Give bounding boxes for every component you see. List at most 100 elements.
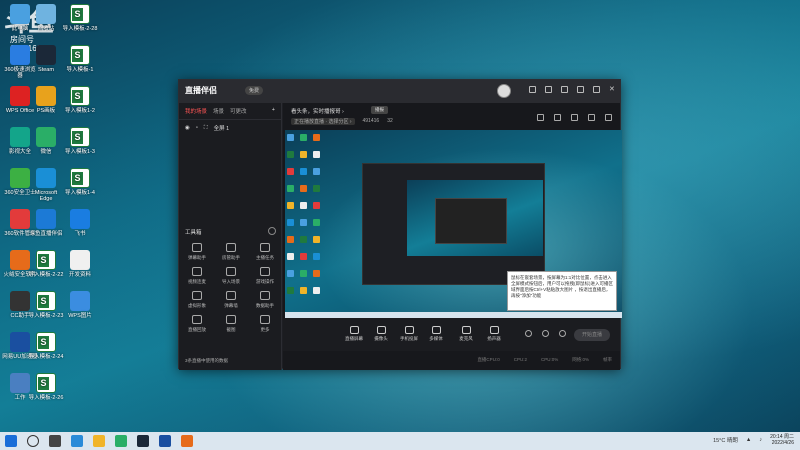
toolbox-item[interactable]: 主播任务 bbox=[251, 243, 279, 261]
maximize-icon[interactable] bbox=[593, 86, 600, 93]
minimize-icon[interactable] bbox=[577, 86, 584, 93]
tab-editable[interactable]: 可更改 bbox=[230, 107, 247, 115]
notice-button[interactable]: 播报 bbox=[371, 106, 388, 114]
bell-icon[interactable] bbox=[588, 114, 595, 121]
toolbox-item[interactable]: 虚拟形象 bbox=[183, 291, 211, 309]
source-button-label: 多媒体 bbox=[429, 336, 443, 341]
desktop-icon[interactable]: 导入模板1-3 bbox=[62, 127, 98, 155]
menu-icon[interactable] bbox=[561, 86, 568, 93]
live-preview-canvas[interactable]: 鼠标在嵌套场景，按屏幕为1:1对比位置，点击进入全屏模式按钮后，用户可以拖拽(即… bbox=[285, 130, 622, 318]
share-icon[interactable] bbox=[605, 114, 612, 121]
preview-desktop-icon bbox=[313, 134, 320, 141]
title-bar[interactable]: 直播伴侣 免费 ✕ bbox=[179, 80, 620, 103]
volume-icon[interactable]: ♪ bbox=[759, 437, 762, 443]
desktop-icon[interactable]: 导入模板-2-24 bbox=[28, 332, 64, 360]
desktop-icon[interactable]: Steam bbox=[28, 45, 64, 73]
uu-taskbar-icon[interactable] bbox=[159, 435, 171, 447]
eye-icon[interactable]: ◉ bbox=[185, 125, 190, 131]
wechat-icon bbox=[36, 127, 56, 147]
record-icon[interactable] bbox=[554, 114, 561, 121]
toolbox-item[interactable]: 弹幕助手 bbox=[183, 243, 211, 261]
douyu-live-companion-window: 直播伴侣 免费 ✕ 我的场景 场景 可更改 + ◉ ▫ ⛶ 全屏 1 工具箱 弹… bbox=[178, 79, 622, 370]
start-live-button[interactable]: 开始直播 bbox=[574, 329, 610, 341]
toolbox-item[interactable]: 弹幕墙 bbox=[217, 291, 245, 309]
gift-icon[interactable] bbox=[537, 114, 544, 121]
source-button-label: 摄像头 bbox=[374, 336, 388, 341]
desktop-icon[interactable]: 开发资料 bbox=[62, 250, 98, 278]
weather-text[interactable]: 15°C 晴朗 bbox=[713, 436, 738, 444]
preview-desktop-icon bbox=[287, 219, 294, 226]
desktop-icon[interactable]: 微信 bbox=[28, 127, 64, 155]
desktop-icon[interactable]: 导入模板-2-28 bbox=[62, 4, 98, 32]
toolbox-item[interactable]: 直播回放 bbox=[183, 315, 211, 333]
douyu-taskbar-icon[interactable] bbox=[181, 435, 193, 447]
desktop-icon[interactable]: PS画板 bbox=[28, 86, 64, 114]
nested-desktop-preview bbox=[407, 180, 543, 256]
source-button[interactable]: 麦克风 bbox=[453, 326, 479, 342]
lock-icon[interactable]: ▫ bbox=[196, 125, 198, 131]
edge-taskbar-icon[interactable] bbox=[71, 435, 83, 447]
start-icon[interactable] bbox=[5, 435, 17, 447]
left-footer-text[interactable]: 3条直播中使用的数据 bbox=[185, 358, 228, 364]
desktop-icon[interactable]: WPS图片 bbox=[62, 291, 98, 319]
excel-icon bbox=[36, 291, 56, 311]
scene-item[interactable]: ◉ ▫ ⛶ 全屏 1 bbox=[179, 120, 281, 136]
status-item: 直播CPU:0 bbox=[477, 357, 500, 362]
toolbox-item[interactable]: 数据助手 bbox=[251, 291, 279, 309]
toolbox-item[interactable]: 房管助手 bbox=[217, 243, 245, 261]
scene-panel: 我的场景 场景 可更改 + ◉ ▫ ⛶ 全屏 1 工具箱 弹幕助手 房管助手 主播任… bbox=[179, 103, 282, 370]
desktop-icon-label: PS画板 bbox=[36, 108, 56, 114]
toolbox-item[interactable]: 截图 bbox=[217, 315, 245, 333]
category-badge[interactable]: 正在播放直播 · 选择分区 › bbox=[291, 118, 355, 125]
search-icon[interactable] bbox=[27, 435, 39, 447]
toolbox-item[interactable]: 游戏操作 bbox=[251, 267, 279, 285]
message-icon[interactable] bbox=[529, 86, 536, 93]
source-button[interactable]: 直播屏幕 bbox=[341, 326, 367, 342]
version-badge[interactable]: 免费 bbox=[245, 86, 264, 95]
desktop-icon[interactable]: 回收站 bbox=[28, 4, 64, 32]
desktop-icon[interactable]: 导入模板-2-22 bbox=[28, 250, 64, 278]
close-icon[interactable]: ✕ bbox=[609, 86, 616, 93]
notice-text[interactable]: 看头条，实时播报哥 › bbox=[291, 107, 344, 115]
task-view-icon[interactable] bbox=[49, 435, 61, 447]
desktop-icon[interactable]: 导入模板-1 bbox=[62, 45, 98, 73]
clock[interactable]: 20:14 周二 2022/4/26 bbox=[770, 434, 794, 446]
desktop-icon[interactable]: 斗鱼直播伴侣 bbox=[28, 209, 64, 237]
camera-settings-icon[interactable] bbox=[525, 330, 532, 337]
desktop-icon[interactable]: Microsoft Edge bbox=[28, 168, 64, 203]
preview-desktop-icon bbox=[313, 287, 320, 294]
network-icon[interactable]: ▲ bbox=[746, 437, 751, 443]
explorer-icon[interactable] bbox=[93, 435, 105, 447]
wechat-taskbar-icon[interactable] bbox=[115, 435, 127, 447]
add-scene-icon[interactable]: + bbox=[272, 107, 275, 115]
steam-taskbar-icon[interactable] bbox=[137, 435, 149, 447]
toolbox-settings-icon[interactable] bbox=[268, 227, 276, 235]
source-button[interactable]: 手机投屏 bbox=[396, 326, 422, 342]
toolbox-item[interactable]: 导入场景 bbox=[217, 267, 245, 285]
user-avatar[interactable] bbox=[497, 84, 511, 98]
desktop-icon[interactable]: 导入模板1-2 bbox=[62, 86, 98, 114]
toolbox-item[interactable]: 视频连麦 bbox=[183, 267, 211, 285]
source-button[interactable]: 扬声器 bbox=[481, 326, 507, 342]
layout-icon[interactable] bbox=[571, 114, 578, 121]
uu-icon bbox=[10, 332, 30, 352]
help-icon[interactable] bbox=[542, 330, 549, 337]
desktop-icon[interactable]: 飞书 bbox=[62, 209, 98, 237]
file-icon bbox=[10, 373, 30, 393]
wall-icon bbox=[226, 291, 236, 300]
mic-icon bbox=[461, 326, 471, 334]
source-button[interactable]: 多媒体 bbox=[423, 326, 449, 342]
preview-desktop-icon bbox=[313, 202, 320, 209]
video-icon bbox=[10, 127, 30, 147]
ps-icon bbox=[36, 86, 56, 106]
tab-my-scenes[interactable]: 我的场景 bbox=[185, 107, 207, 115]
tab-scenes[interactable]: 场景 bbox=[213, 107, 224, 115]
source-button[interactable]: 摄像头 bbox=[368, 326, 394, 342]
desktop-icon[interactable]: 导入模板1-4 bbox=[62, 168, 98, 196]
gear-icon[interactable] bbox=[559, 330, 566, 337]
toolbox-title: 工具箱 bbox=[185, 230, 202, 236]
desktop-icon[interactable]: 导入模板-2-26 bbox=[28, 373, 64, 401]
toolbox-item[interactable]: 更多 bbox=[251, 315, 279, 333]
desktop-icon[interactable]: 导入模板-2-23 bbox=[28, 291, 64, 319]
settings-icon[interactable] bbox=[545, 86, 552, 93]
